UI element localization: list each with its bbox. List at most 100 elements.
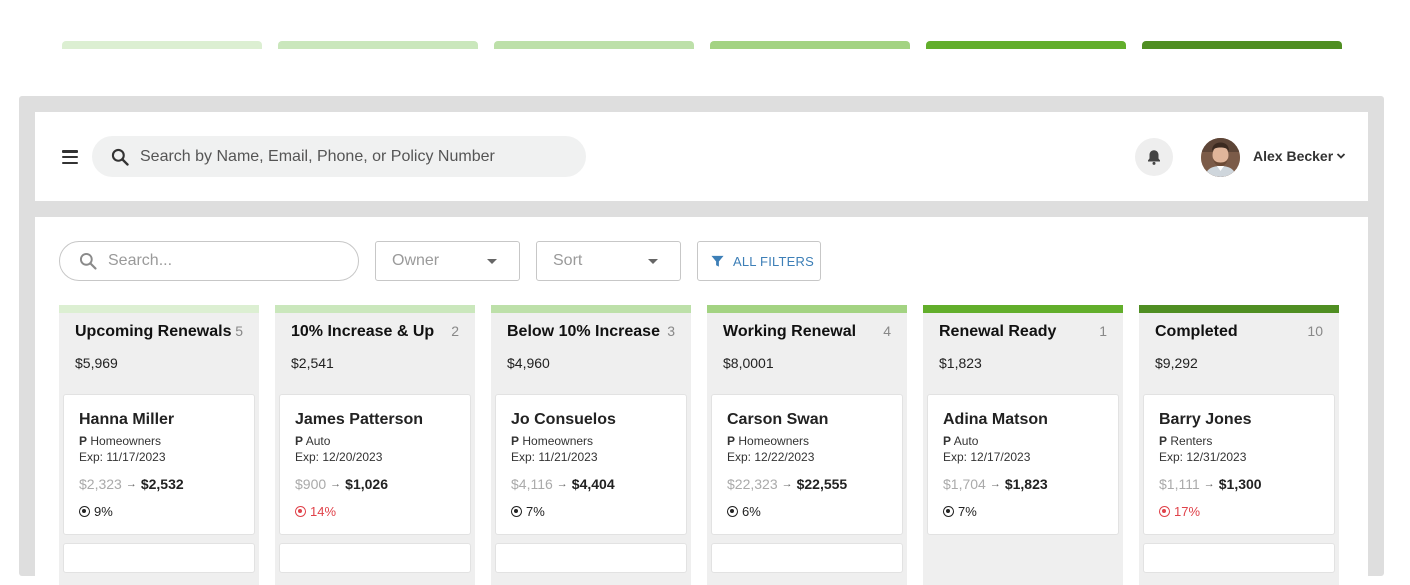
- sort-select[interactable]: Sort: [536, 241, 681, 281]
- column-working-renewal: Working Renewal 4 $8,0001 Carson Swan P …: [707, 305, 907, 585]
- avatar[interactable]: [1201, 138, 1240, 177]
- global-search-input[interactable]: [140, 147, 560, 166]
- renewal-card[interactable]: James Patterson P Auto Exp: 12/20/2023 $…: [279, 394, 471, 535]
- menu-icon[interactable]: [62, 150, 78, 164]
- column-color-bar: [923, 305, 1123, 313]
- column-completed: Completed 10 $9,292 Barry Jones P Renter…: [1139, 305, 1339, 585]
- stage-color-6: [1142, 41, 1342, 49]
- new-premium: $22,555: [796, 476, 848, 492]
- old-premium: $1,704: [943, 476, 986, 492]
- client-name: Barry Jones: [1159, 411, 1252, 428]
- renewal-card[interactable]: [495, 543, 687, 573]
- policy-type-label: Renters: [1170, 434, 1213, 448]
- search-icon: [79, 252, 97, 270]
- percent-change: 17%: [1159, 504, 1319, 519]
- arrow-right-icon: →: [125, 478, 137, 490]
- percent-change: 14%: [295, 504, 455, 519]
- renewal-card[interactable]: Carson Swan P Homeowners Exp: 12/22/2023…: [711, 394, 903, 535]
- client-name: James Patterson: [295, 411, 424, 428]
- bell-icon: [1148, 150, 1160, 165]
- column-header: Working Renewal 4 $8,0001: [707, 313, 907, 389]
- premium-change: $1,111 → $1,300: [1159, 476, 1319, 492]
- policy-prefix: P: [1159, 434, 1168, 448]
- policy-prefix: P: [943, 434, 952, 448]
- column-header: 10% Increase & Up 2 $2,541: [275, 313, 475, 389]
- column-title: Completed: [1155, 323, 1238, 340]
- stage-color-legend: [62, 41, 1342, 49]
- policy-type-label: Homeowners: [522, 434, 594, 448]
- renewal-card[interactable]: [711, 543, 903, 573]
- column-increase-10-up: 10% Increase & Up 2 $2,541 James Patters…: [275, 305, 475, 585]
- search-icon: [111, 148, 129, 166]
- renewal-card[interactable]: Jo Consuelos P Homeowners Exp: 11/21/202…: [495, 394, 687, 535]
- renewal-card[interactable]: Barry Jones P Renters Exp: 12/31/2023 $1…: [1143, 394, 1335, 535]
- percent-change: 6%: [727, 504, 887, 519]
- policy-prefix: P: [511, 434, 520, 448]
- percent-value: 14%: [310, 504, 337, 519]
- filter-icon: [711, 255, 724, 267]
- column-total: $2,541: [291, 355, 334, 371]
- old-premium: $4,116: [511, 476, 553, 492]
- column-total: $8,0001: [723, 355, 774, 371]
- renewal-card[interactable]: Hanna Miller P Homeowners Exp: 11/17/202…: [63, 394, 255, 535]
- all-filters-button[interactable]: ALL FILTERS: [697, 241, 821, 281]
- column-count: 5: [235, 323, 243, 339]
- policy-type-label: Homeowners: [90, 434, 162, 448]
- premium-change: $1,704 → $1,823: [943, 476, 1103, 492]
- arrow-right-icon: →: [330, 478, 342, 490]
- column-color-bar: [275, 305, 475, 313]
- premium-change: $2,323 → $2,532: [79, 476, 239, 492]
- all-filters-label: ALL FILTERS: [733, 253, 814, 269]
- target-icon: [295, 506, 306, 517]
- notifications-button[interactable]: [1135, 138, 1173, 176]
- new-premium: $1,026: [345, 476, 388, 492]
- column-total: $4,960: [507, 355, 550, 371]
- renewal-card[interactable]: [63, 543, 255, 573]
- target-icon: [727, 506, 738, 517]
- target-icon: [79, 506, 90, 517]
- premium-change: $22,323 → $22,555: [727, 476, 887, 492]
- policy-type: P Homeowners: [79, 434, 239, 448]
- column-count: 10: [1307, 323, 1323, 339]
- policy-type: P Renters: [1159, 434, 1319, 448]
- board-search[interactable]: [59, 241, 359, 281]
- policy-type-label: Homeowners: [738, 434, 810, 448]
- user-name-label: Alex Becker: [1253, 148, 1334, 164]
- policy-type-label: Auto: [305, 434, 331, 448]
- renewal-card[interactable]: [1143, 543, 1335, 573]
- column-title: Upcoming Renewals: [75, 323, 232, 340]
- column-title: 10% Increase & Up: [291, 323, 435, 340]
- expiration-date: Exp: 12/31/2023: [1159, 450, 1247, 464]
- expiration-date: Exp: 12/22/2023: [727, 450, 815, 464]
- caret-down-icon: [648, 258, 658, 264]
- percent-value: 9%: [94, 504, 113, 519]
- renewal-card[interactable]: [279, 543, 471, 573]
- column-total: $5,969: [75, 355, 118, 371]
- caret-down-icon: [487, 258, 497, 264]
- premium-change: $4,116 → $4,404: [511, 476, 671, 492]
- expiration-date: Exp: 11/17/2023: [79, 450, 166, 464]
- global-search-bar[interactable]: [92, 136, 586, 177]
- owner-select[interactable]: Owner: [375, 241, 520, 281]
- column-count: 1: [1099, 323, 1107, 339]
- board-search-input[interactable]: [108, 252, 338, 270]
- column-title: Below 10% Increase: [507, 323, 660, 340]
- expiration-date: Exp: 12/20/2023: [295, 450, 383, 464]
- column-count: 2: [451, 323, 459, 339]
- column-count: 3: [667, 323, 675, 339]
- new-premium: $4,404: [571, 476, 615, 492]
- column-color-bar: [59, 305, 259, 313]
- column-header: Below 10% Increase 3 $4,960: [491, 313, 691, 389]
- renewal-card[interactable]: Adina Matson P Auto Exp: 12/17/2023 $1,7…: [927, 394, 1119, 535]
- old-premium: $22,323: [727, 476, 778, 492]
- column-header: Completed 10 $9,292: [1139, 313, 1339, 389]
- old-premium: $900: [295, 476, 327, 492]
- chevron-down-icon: [1337, 153, 1346, 159]
- column-header: Renewal Ready 1 $1,823: [923, 313, 1123, 389]
- column-title: Renewal Ready: [939, 323, 1057, 340]
- percent-value: 6%: [742, 504, 761, 519]
- column-color-bar: [491, 305, 691, 313]
- percent-value: 7%: [958, 504, 977, 519]
- old-premium: $2,323: [79, 476, 122, 492]
- user-menu[interactable]: Alex Becker: [1253, 148, 1346, 164]
